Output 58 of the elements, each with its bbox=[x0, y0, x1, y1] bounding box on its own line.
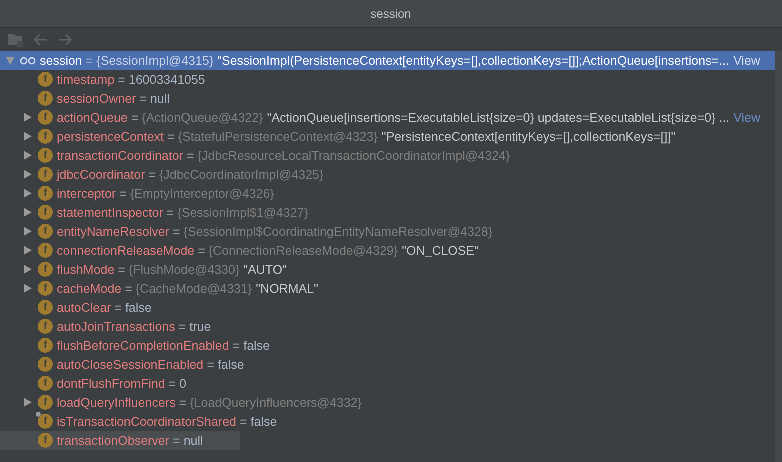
expand-triangle-icon[interactable] bbox=[24, 208, 32, 217]
tree-row[interactable]: session = {SessionImpl@4315} "SessionImpl(PersistenceContext[entityKeys=[],collectionKeys=[]];ActionQueue[insertions=... View bbox=[0, 51, 775, 70]
variable-text: cacheMode = {CacheMode@4331} "NORMAL" bbox=[57, 282, 318, 296]
field-icon: f bbox=[38, 72, 53, 87]
variable-text: persistenceContext = {StatefulPersistenceContext@4323} "PersistenceContext[entityKeys=[],collectionKeys=[]]" bbox=[57, 130, 676, 144]
expand-triangle-icon[interactable] bbox=[24, 189, 32, 198]
field-icon: f bbox=[38, 186, 53, 201]
variable-text: autoClear = false bbox=[57, 300, 152, 314]
variable-text: autoCloseSessionEnabled = false bbox=[57, 358, 244, 372]
view-link[interactable]: View bbox=[734, 54, 760, 68]
variable-text: interceptor = {EmptyInterceptor@4326} bbox=[57, 186, 274, 200]
field-icon: f bbox=[38, 148, 53, 163]
field-icon: f bbox=[38, 262, 53, 277]
field-icon: f bbox=[38, 357, 53, 372]
variable-text: loadQueryInfluencers = {LoadQueryInfluencers@4332} bbox=[57, 396, 362, 410]
field-icon: f bbox=[38, 376, 53, 391]
variable-text: statementInspector = {SessionImpl$1@4327} bbox=[57, 206, 308, 220]
field-icon: f bbox=[38, 167, 53, 182]
variable-text: connectionReleaseMode = {ConnectionReleaseMode@4329} "ON_CLOSE" bbox=[57, 244, 480, 258]
field-icon: f bbox=[38, 129, 53, 144]
expand-triangle-icon[interactable] bbox=[24, 265, 32, 274]
expand-triangle-icon[interactable] bbox=[24, 284, 32, 293]
field-icon: f bbox=[38, 300, 53, 315]
expand-triangle-icon[interactable] bbox=[24, 246, 32, 255]
scrollbar[interactable] bbox=[775, 51, 782, 462]
field-icon: f bbox=[38, 243, 53, 258]
field-icon: f bbox=[38, 224, 53, 239]
field-icon: f bbox=[38, 338, 53, 353]
view-link[interactable]: View bbox=[734, 110, 761, 124]
field-icon: f bbox=[38, 281, 53, 296]
variable-text: actionQueue = {ActionQueue@4322} "ActionQueue[insertions=ExecutableList{size=0} updates=ExecutableList{size=0} ... bbox=[57, 110, 730, 124]
variable-text: sessionOwner = null bbox=[57, 92, 170, 106]
variable-text: session = {SessionImpl@4315} "SessionImpl(PersistenceContext[entityKeys=[],collectionKeys=[]];ActionQueue[insertions=... bbox=[40, 54, 730, 68]
variable-text: transactionCoordinator = {JdbcResourceLocalTransactionCoordinatorImpl@4324} bbox=[57, 148, 510, 162]
expand-triangle-icon[interactable] bbox=[24, 151, 32, 160]
field-icon: f bbox=[38, 110, 53, 125]
variable-text: entityNameResolver = {SessionImpl$CoordinatingEntityNameResolver@4328} bbox=[57, 224, 492, 238]
expand-triangle-icon[interactable] bbox=[24, 170, 32, 179]
window-title: session bbox=[370, 6, 412, 20]
expand-triangle-icon[interactable] bbox=[24, 132, 32, 141]
field-icon: f bbox=[38, 91, 53, 106]
variable-text: dontFlushFromFind = 0 bbox=[57, 376, 187, 390]
variable-text: autoJoinTransactions = true bbox=[57, 320, 212, 334]
variable-text: flushBeforeCompletionEnabled = false bbox=[57, 338, 270, 352]
field-icon: f bbox=[38, 433, 53, 448]
field-icon: f bbox=[38, 414, 53, 429]
variable-text: jdbcCoordinator = {JdbcCoordinatorImpl@4325} bbox=[57, 168, 324, 182]
variable-text: transactionObserver = null bbox=[57, 434, 204, 448]
field-icon: f bbox=[38, 319, 53, 334]
field-icon: f bbox=[38, 395, 53, 410]
variable-text: timestamp = 16003341055 bbox=[57, 72, 206, 86]
variable-text: flushMode = {FlushMode@4330} "AUTO" bbox=[57, 262, 287, 276]
expand-triangle-icon[interactable] bbox=[24, 227, 32, 236]
expand-triangle-icon[interactable] bbox=[24, 398, 32, 407]
glasses-icon bbox=[20, 56, 36, 64]
variable-text: isTransactionCoordinatorShared = false bbox=[57, 414, 278, 428]
field-icon: f bbox=[38, 205, 53, 220]
expand-triangle-icon[interactable] bbox=[24, 113, 32, 122]
